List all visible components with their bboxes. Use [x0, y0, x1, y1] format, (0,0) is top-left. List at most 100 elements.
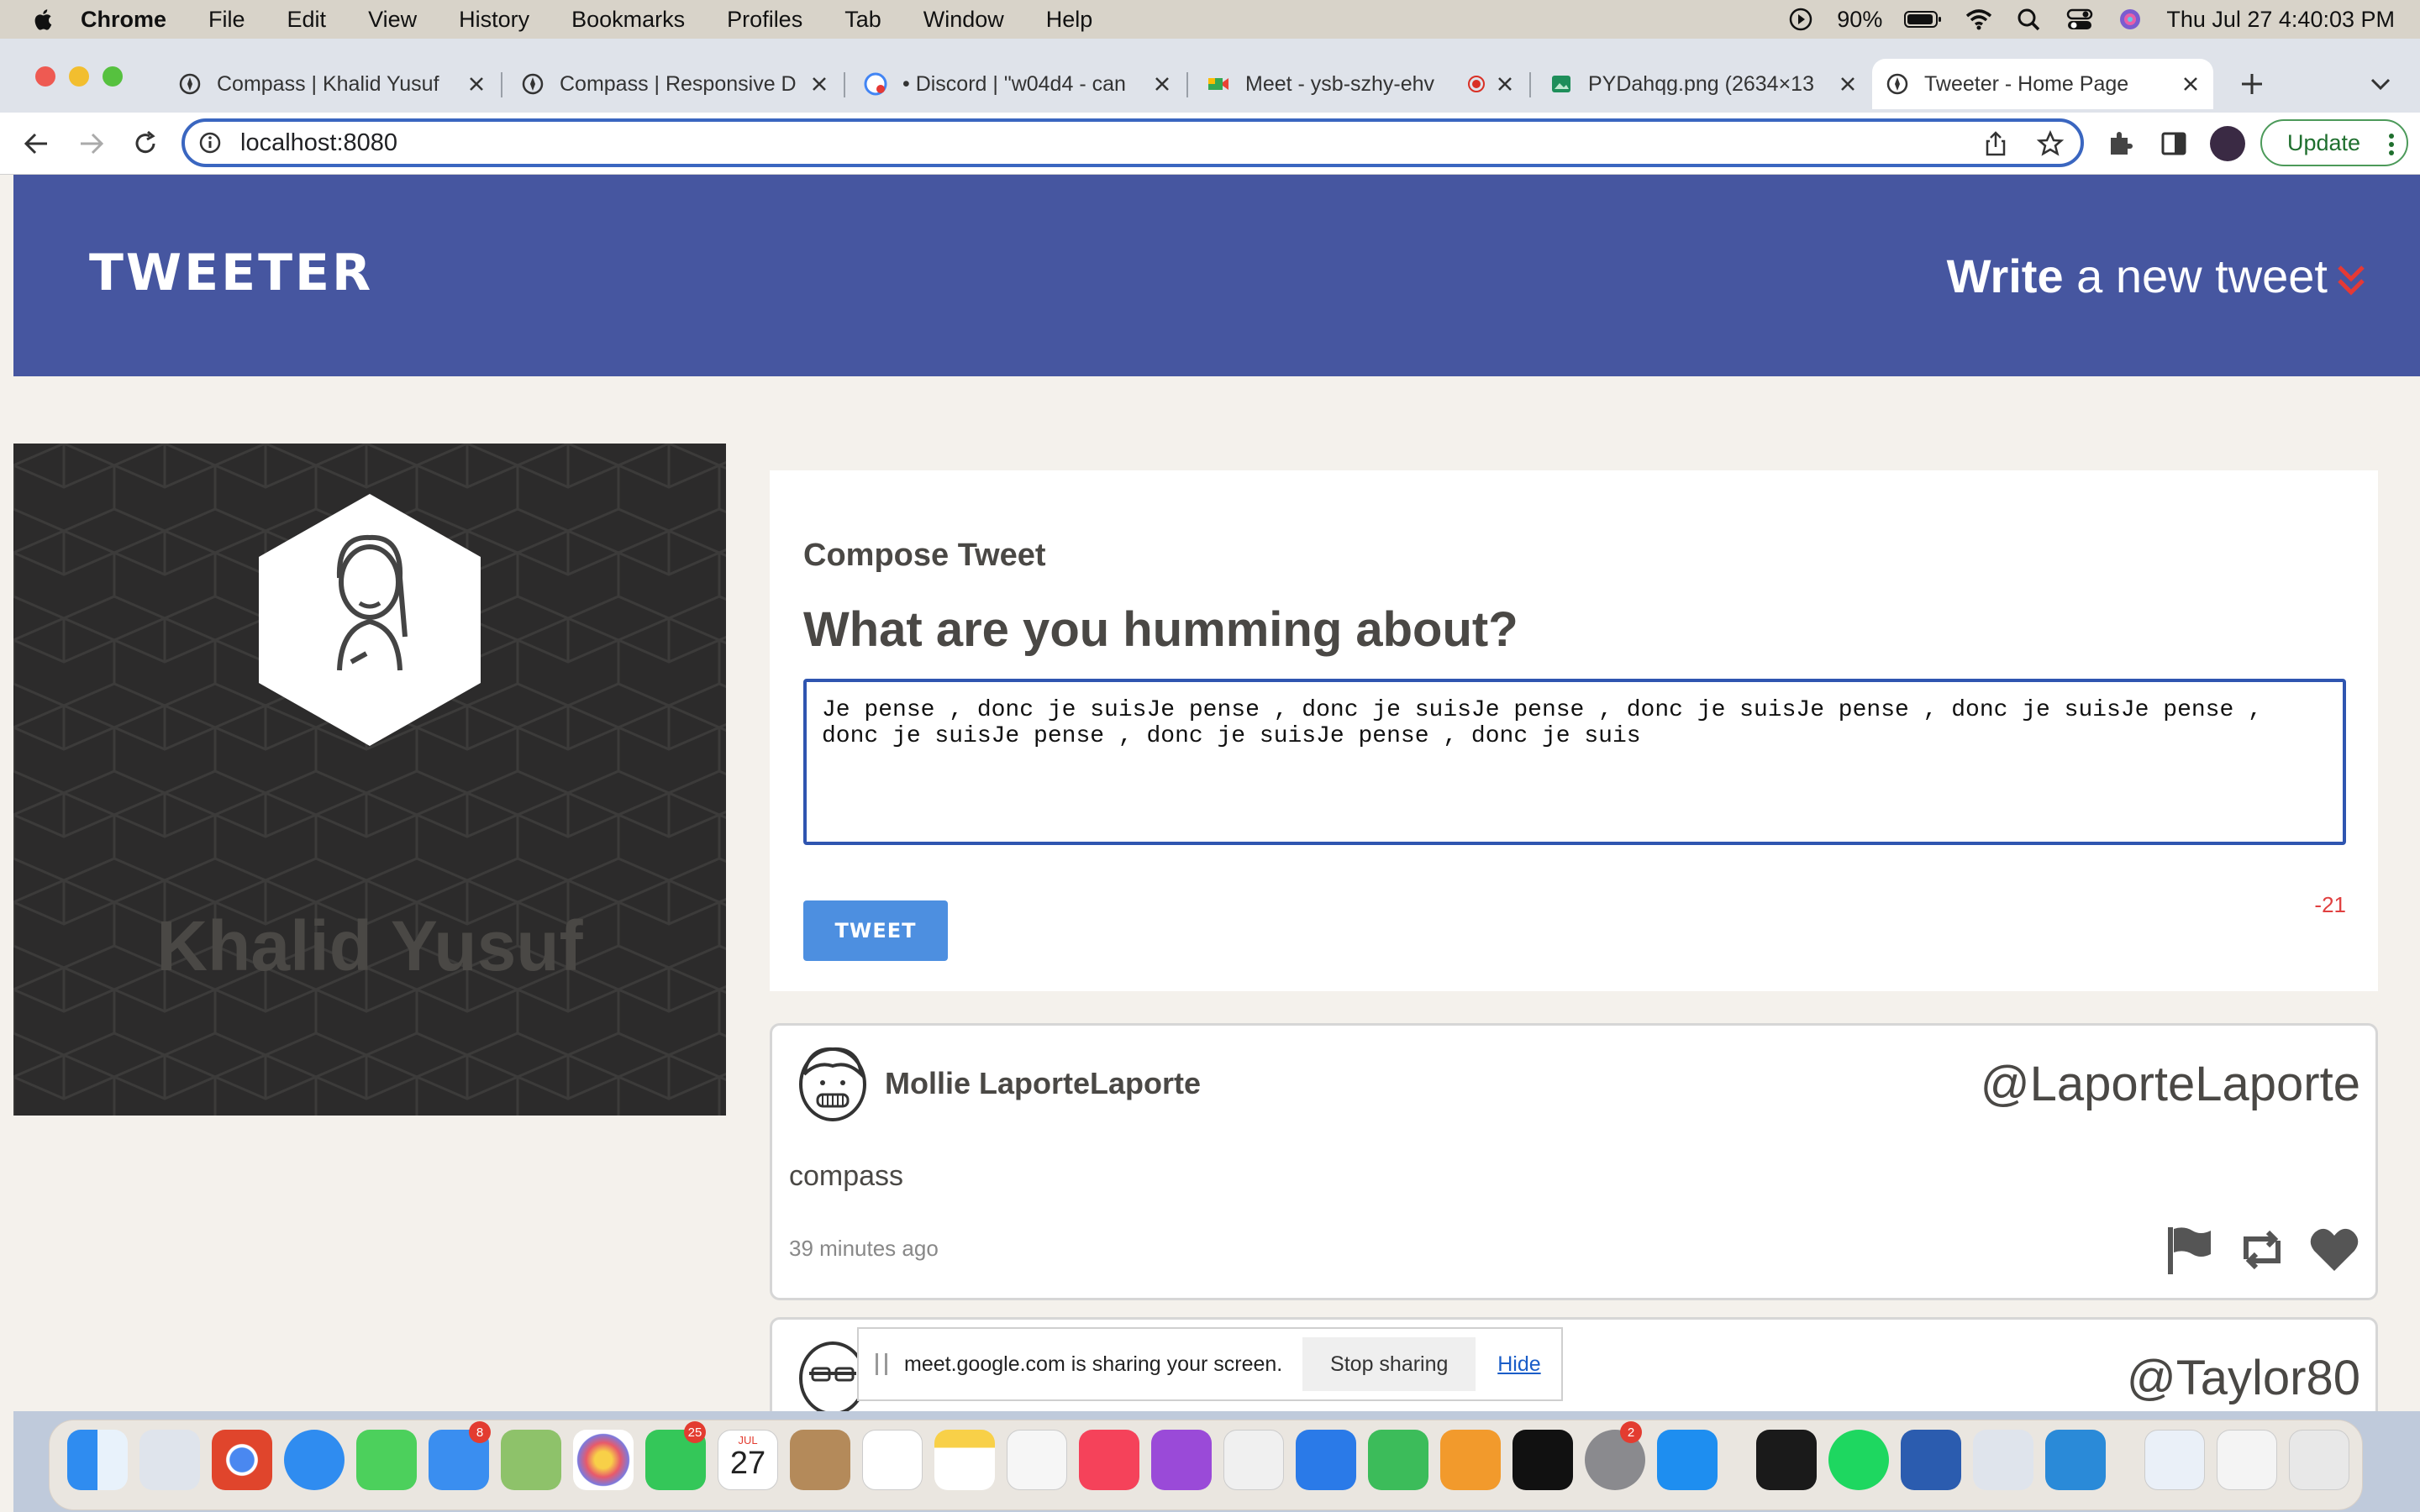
terminal-icon[interactable]: [1756, 1430, 1817, 1490]
compose-question: What are you humming about?: [803, 602, 1518, 657]
tab-title: Compass | Responsive D: [560, 71, 797, 96]
trash-icon[interactable]: [2289, 1430, 2349, 1490]
wifi-icon[interactable]: [1965, 7, 1993, 32]
tweet-author-handle: @LaporteLaporte: [1980, 1057, 2360, 1111]
close-tab-icon[interactable]: [467, 75, 486, 93]
tweeter-logo[interactable]: TWEETER: [89, 244, 373, 302]
settings-badge: 2: [1620, 1421, 1642, 1443]
tab-title: Compass | Khalid Yusuf: [217, 71, 439, 96]
menu-file[interactable]: File: [208, 7, 245, 33]
news-icon[interactable]: [1223, 1430, 1284, 1490]
share-icon[interactable]: [1983, 130, 2008, 157]
window-close-button[interactable]: [35, 66, 55, 87]
browser-toolbar: localhost:8080 Update: [0, 113, 2420, 175]
menu-view[interactable]: View: [368, 7, 417, 33]
launchpad-icon[interactable]: [139, 1430, 200, 1490]
apple-tv-icon[interactable]: [1512, 1430, 1573, 1490]
tab-tweeter-active[interactable]: Tweeter - Home Page: [1872, 59, 2213, 109]
downloads-folder-icon[interactable]: [2144, 1430, 2205, 1490]
menu-edit[interactable]: Edit: [287, 7, 327, 33]
bookmark-star-icon[interactable]: [2037, 130, 2064, 157]
extensions-puzzle-icon[interactable]: [2106, 129, 2134, 158]
chrome-update-button[interactable]: Update: [2260, 119, 2408, 166]
reminders-icon[interactable]: [862, 1430, 923, 1490]
apple-icon[interactable]: [30, 6, 57, 33]
tab-compass-responsive[interactable]: Compass | Responsive D: [508, 59, 842, 109]
menu-history[interactable]: History: [459, 7, 529, 33]
tab-compass-khalid[interactable]: Compass | Khalid Yusuf: [165, 59, 499, 109]
chrome-icon[interactable]: [212, 1430, 272, 1490]
flag-icon[interactable]: [2164, 1224, 2216, 1276]
side-panel-icon[interactable]: [2160, 129, 2188, 158]
hide-banner-link[interactable]: Hide: [1497, 1352, 1540, 1377]
back-arrow-icon[interactable]: [22, 129, 50, 158]
spotify-icon[interactable]: [1828, 1430, 1889, 1490]
recording-icon: [1468, 76, 1485, 92]
document-thumbnail-icon[interactable]: [2217, 1430, 2277, 1490]
control-center-icon[interactable]: [2065, 7, 2094, 32]
forward-arrow-icon[interactable]: [77, 129, 106, 158]
drag-handle-icon[interactable]: [876, 1353, 887, 1375]
now-playing-icon[interactable]: [1786, 7, 1815, 32]
word-icon[interactable]: [1901, 1430, 1961, 1490]
tab-title: PYDahqg.png (2634×13: [1588, 71, 1814, 96]
numbers-icon[interactable]: [1368, 1430, 1428, 1490]
calendar-icon[interactable]: JUL 27: [718, 1430, 778, 1490]
address-url[interactable]: localhost:8080: [240, 129, 397, 157]
messages-icon[interactable]: [356, 1430, 417, 1490]
music-icon[interactable]: [1079, 1430, 1139, 1490]
close-tab-icon[interactable]: [1839, 75, 1857, 93]
menu-bookmarks[interactable]: Bookmarks: [571, 7, 685, 33]
keynote-icon[interactable]: [1296, 1430, 1356, 1490]
maps-icon[interactable]: [501, 1430, 561, 1490]
freeform-icon[interactable]: [1007, 1430, 1067, 1490]
window-minimize-button[interactable]: [69, 66, 89, 87]
siri-icon[interactable]: [2116, 7, 2144, 32]
notes-icon[interactable]: [934, 1430, 995, 1490]
write-new-tweet-toggle[interactable]: Write a new tweet: [1947, 249, 2328, 303]
address-bar[interactable]: localhost:8080: [182, 118, 2084, 167]
double-chevron-down-icon[interactable]: [2334, 260, 2368, 301]
site-info-icon[interactable]: [198, 131, 222, 155]
finder-icon[interactable]: [67, 1430, 128, 1490]
tweeter-navbar: TWEETER Write a new tweet: [13, 175, 2420, 376]
menu-app-name[interactable]: Chrome: [81, 7, 166, 33]
meet-icon: [1207, 72, 1230, 96]
more-menu-icon[interactable]: [2388, 133, 2395, 156]
menu-window[interactable]: Window: [923, 7, 1004, 33]
battery-icon[interactable]: [1904, 7, 1943, 32]
app-store-icon[interactable]: [1657, 1430, 1718, 1490]
tab-google-meet[interactable]: Meet - ysb-szhy-ehv: [1193, 59, 1528, 109]
tab-search-chevron-icon[interactable]: [2370, 76, 2391, 92]
new-tab-icon[interactable]: [2238, 71, 2265, 97]
spotlight-search-icon[interactable]: [2015, 7, 2044, 32]
tab-image-png[interactable]: PYDahqg.png (2634×13: [1536, 59, 1870, 109]
safari-icon[interactable]: [284, 1430, 345, 1490]
contacts-icon[interactable]: [790, 1430, 850, 1490]
profile-avatar[interactable]: [2210, 126, 2245, 161]
tab-discord[interactable]: • Discord | "w04d4 - can: [850, 59, 1185, 109]
tweet-card: Mollie LaporteLaporte @LaporteLaporte co…: [770, 1023, 2378, 1300]
heart-like-icon[interactable]: [2308, 1224, 2360, 1276]
tweet-submit-button[interactable]: TWEET: [803, 900, 948, 961]
retweet-icon[interactable]: [2236, 1224, 2288, 1276]
photos-icon[interactable]: [573, 1430, 634, 1490]
menu-tab[interactable]: Tab: [844, 7, 881, 33]
close-tab-icon[interactable]: [810, 75, 829, 93]
stop-sharing-button[interactable]: Stop sharing: [1302, 1337, 1476, 1391]
close-tab-icon[interactable]: [1153, 75, 1171, 93]
close-tab-icon[interactable]: [2181, 75, 2200, 93]
pages-icon[interactable]: [1440, 1430, 1501, 1490]
calendar-day: 27: [729, 1446, 766, 1481]
write-bold: Write: [1946, 249, 2064, 302]
close-tab-icon[interactable]: [1496, 75, 1514, 93]
preview-icon[interactable]: [1973, 1430, 2033, 1490]
tweet-textarea[interactable]: Je pense , donc je suisJe pense , donc j…: [803, 679, 2346, 845]
menu-profiles[interactable]: Profiles: [727, 7, 802, 33]
menubar-clock[interactable]: Thu Jul 27 4:40:03 PM: [2166, 7, 2395, 33]
podcasts-icon[interactable]: [1151, 1430, 1212, 1490]
window-zoom-button[interactable]: [103, 66, 123, 87]
menu-help[interactable]: Help: [1046, 7, 1093, 33]
reload-icon[interactable]: [131, 129, 160, 158]
vscode-icon[interactable]: [2045, 1430, 2106, 1490]
